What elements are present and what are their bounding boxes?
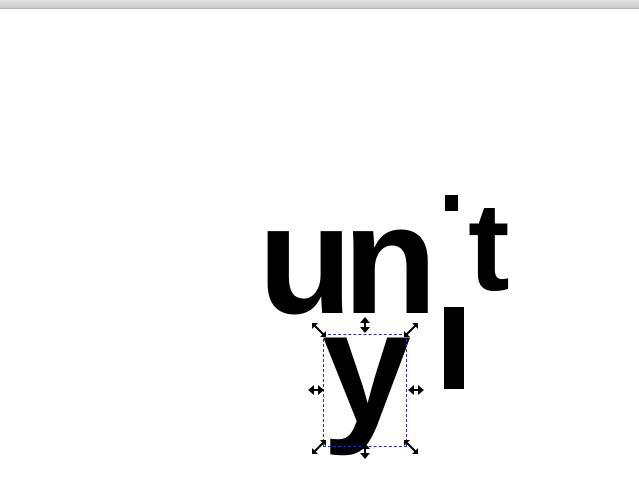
drawing-canvas[interactable]: un t y (0, 9, 639, 492)
vertical-arrow-icon (360, 317, 370, 333)
scale-handle-top-left[interactable] (310, 321, 328, 339)
diagonal-arrow-icon (404, 323, 418, 337)
scale-handle-right[interactable] (407, 381, 425, 399)
horizontal-arrow-icon (308, 385, 324, 395)
vertical-arrow-icon (360, 443, 370, 459)
diagonal-arrow-icon (312, 323, 326, 337)
glyph-fragment-dot[interactable] (445, 195, 458, 211)
diagonal-arrow-icon (404, 440, 418, 454)
horizontal-arrow-icon (408, 385, 424, 395)
scale-handle-top-right[interactable] (402, 321, 420, 339)
scale-handle-top[interactable] (356, 316, 374, 334)
scale-handle-bottom-left[interactable] (310, 438, 328, 456)
selection-bounding-box (323, 334, 407, 447)
scale-handle-left[interactable] (307, 381, 325, 399)
scale-handle-bottom[interactable] (356, 442, 374, 460)
scale-handle-bottom-right[interactable] (402, 438, 420, 456)
diagonal-arrow-icon (312, 440, 326, 454)
text-object-t[interactable]: t (468, 185, 510, 310)
window-top-bar (0, 0, 639, 9)
glyph-fragment-bar[interactable] (444, 307, 464, 389)
